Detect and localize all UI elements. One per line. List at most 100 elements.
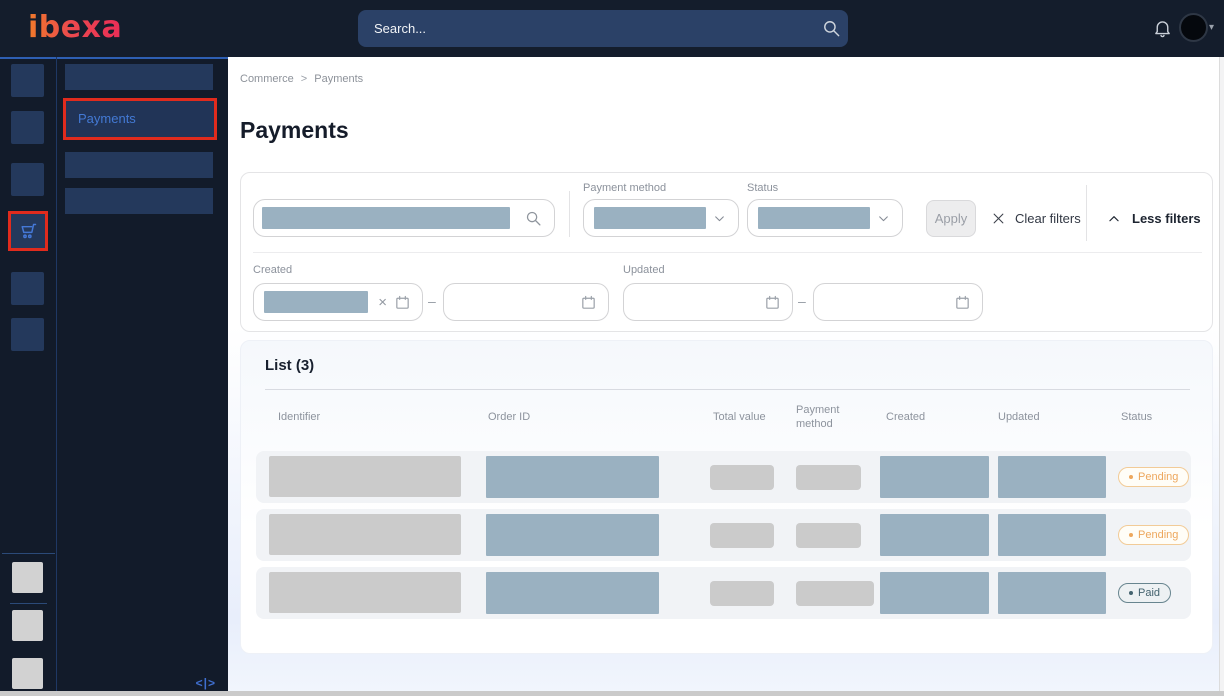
table-row[interactable]: Pending xyxy=(256,451,1191,503)
redacted-identifier xyxy=(269,456,461,497)
redacted-search-value xyxy=(262,207,510,229)
redacted-payment-method xyxy=(796,523,861,548)
column-header-updated: Updated xyxy=(998,411,1040,423)
redacted-total-value xyxy=(710,465,774,490)
window-bottom-edge xyxy=(0,691,1224,696)
redacted-identifier xyxy=(269,514,461,555)
status-dot-icon xyxy=(1129,533,1133,537)
scrollbar[interactable] xyxy=(1219,57,1224,691)
filter-search-input[interactable] xyxy=(253,199,555,237)
status-text: Pending xyxy=(1138,471,1178,483)
menu-item-payments-highlight[interactable]: Payments xyxy=(63,98,217,140)
updated-from-date-input[interactable] xyxy=(623,283,793,321)
column-header-status: Status xyxy=(1121,411,1152,423)
user-avatar[interactable] xyxy=(1179,13,1208,42)
sidebar-icon-3[interactable] xyxy=(11,163,44,196)
clear-date-icon[interactable]: × xyxy=(378,295,387,310)
menu-item-redacted-3[interactable] xyxy=(65,188,213,214)
redacted-order-id xyxy=(486,456,659,498)
redacted-updated xyxy=(998,456,1106,498)
icon-sidebar xyxy=(0,57,57,696)
notifications-bell-icon[interactable] xyxy=(1152,17,1173,40)
created-label: Created xyxy=(253,264,292,276)
column-header-payment-method: Payment method xyxy=(796,403,854,431)
clear-filters-button[interactable]: Clear filters xyxy=(991,200,1081,237)
clear-filters-label: Clear filters xyxy=(1015,211,1081,226)
list-title: List (3) xyxy=(265,357,314,374)
filters-panel: Payment method Status Apply Clear fil xyxy=(240,172,1213,332)
table-row[interactable]: Paid xyxy=(256,567,1191,619)
created-to-date-input[interactable] xyxy=(443,283,609,321)
table-row[interactable]: Pending xyxy=(256,509,1191,561)
sidebar-bottom-icon-1[interactable] xyxy=(12,562,43,593)
redacted-select-value xyxy=(758,207,870,229)
filters-row-divider xyxy=(253,252,1202,253)
search-icon xyxy=(525,210,542,227)
top-header-bar: ibexa ▾ xyxy=(0,0,1224,57)
redacted-payment-method xyxy=(796,465,861,490)
global-search-input[interactable] xyxy=(358,10,848,47)
sidebar-icon-6[interactable] xyxy=(11,318,44,351)
less-filters-toggle[interactable]: Less filters xyxy=(1107,200,1201,237)
redacted-updated xyxy=(998,514,1106,556)
status-text: Paid xyxy=(1138,587,1160,599)
payment-method-select[interactable] xyxy=(583,199,739,237)
search-icon[interactable] xyxy=(822,19,841,38)
column-header-identifier: Identifier xyxy=(278,411,320,423)
created-from-date-input[interactable]: × xyxy=(253,283,423,321)
redacted-identifier xyxy=(269,572,461,613)
chevron-up-icon xyxy=(1107,212,1121,226)
breadcrumb: Commerce > Payments xyxy=(240,73,363,85)
column-header-created: Created xyxy=(886,411,925,423)
menu-item-redacted-1[interactable] xyxy=(65,64,213,90)
breadcrumb-payments: Payments xyxy=(314,73,363,85)
calendar-icon xyxy=(580,294,597,311)
shopping-cart-icon xyxy=(18,221,39,242)
status-dot-icon xyxy=(1129,591,1133,595)
redacted-date-value xyxy=(264,291,368,313)
menu-item-redacted-2[interactable] xyxy=(65,152,213,178)
sidebar-item-payments[interactable]: Payments xyxy=(66,101,214,137)
page-title: Payments xyxy=(240,117,349,144)
user-menu-caret-icon[interactable]: ▾ xyxy=(1209,22,1214,33)
status-dot-icon xyxy=(1129,475,1133,479)
date-range-separator: – xyxy=(798,293,806,309)
redacted-created xyxy=(880,572,989,614)
status-label: Status xyxy=(747,182,778,194)
sidebar-icon-5[interactable] xyxy=(11,272,44,305)
redacted-updated xyxy=(998,572,1106,614)
column-header-total-value: Total value xyxy=(713,411,766,423)
status-badge: Pending xyxy=(1118,467,1189,487)
date-range-separator: – xyxy=(428,293,436,309)
redacted-created xyxy=(880,514,989,556)
redacted-total-value xyxy=(710,523,774,548)
panel-collapse-icon[interactable]: <|> xyxy=(196,676,216,690)
calendar-icon xyxy=(394,294,411,311)
ibexa-logo[interactable]: ibexa xyxy=(28,11,122,45)
sidebar-bottom-icon-2[interactable] xyxy=(12,610,43,641)
redacted-total-value xyxy=(710,581,774,606)
sidebar-icon-1[interactable] xyxy=(11,64,44,97)
column-header-order-id: Order ID xyxy=(488,411,530,423)
status-select[interactable] xyxy=(747,199,903,237)
rail-divider xyxy=(10,603,47,604)
app-window: ibexa ▾ xyxy=(0,0,1224,696)
apply-button[interactable]: Apply xyxy=(926,200,976,237)
sidebar-bottom-icon-3[interactable] xyxy=(12,658,43,689)
filter-divider xyxy=(1086,185,1087,241)
commerce-cart-highlight[interactable] xyxy=(8,211,48,251)
breadcrumb-commerce[interactable]: Commerce xyxy=(240,73,294,85)
rail-divider xyxy=(2,553,55,554)
updated-label: Updated xyxy=(623,264,665,276)
redacted-select-value xyxy=(594,207,706,229)
sidebar-icon-2[interactable] xyxy=(11,111,44,144)
chevron-down-icon xyxy=(713,212,726,225)
updated-to-date-input[interactable] xyxy=(813,283,983,321)
redacted-order-id xyxy=(486,514,659,556)
close-icon xyxy=(991,211,1006,226)
status-badge: Pending xyxy=(1118,525,1189,545)
redacted-created xyxy=(880,456,989,498)
redacted-payment-method xyxy=(796,581,874,606)
filter-divider xyxy=(569,191,570,237)
list-divider xyxy=(265,389,1190,390)
